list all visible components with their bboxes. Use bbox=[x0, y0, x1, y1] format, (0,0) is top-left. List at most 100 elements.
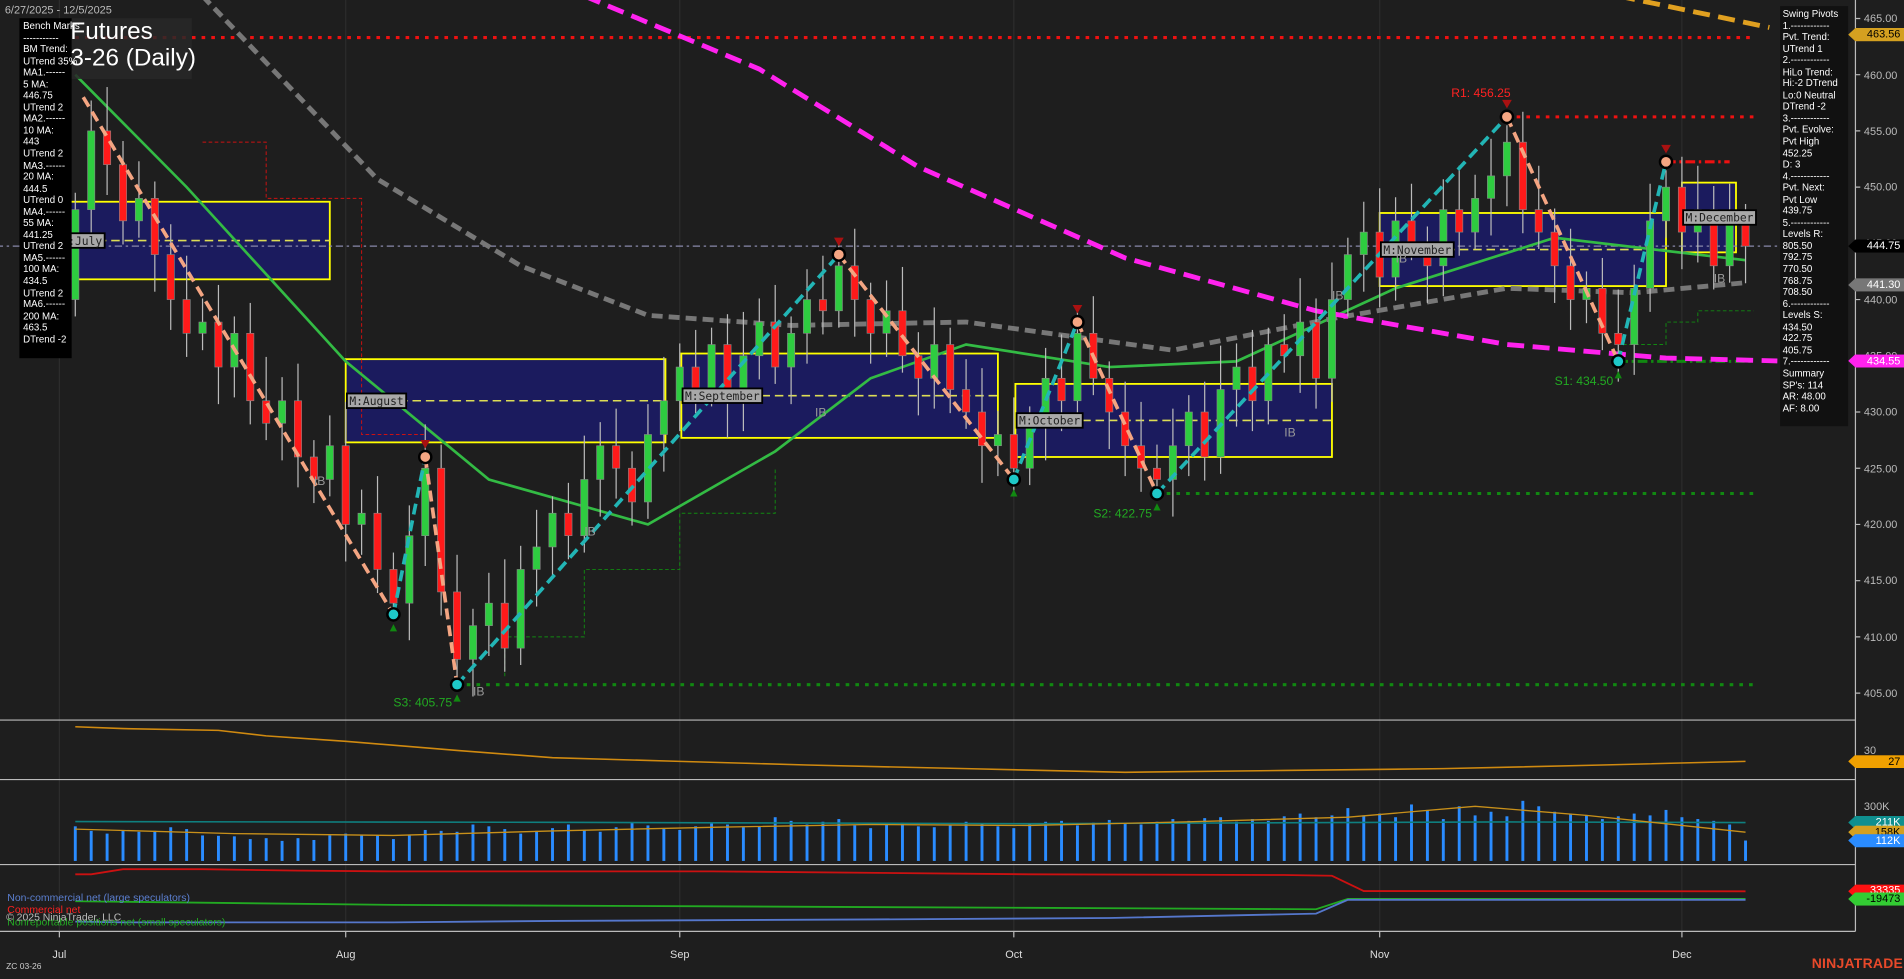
volume-bar bbox=[774, 817, 777, 861]
volume-bar bbox=[599, 832, 602, 861]
swing-pivots-line: Lo:0 Neutral bbox=[1783, 90, 1849, 102]
open-interest-line bbox=[75, 822, 1745, 824]
candle-down bbox=[962, 390, 969, 412]
bench-marks-line: BM Trend: bbox=[23, 44, 72, 56]
swing-pivots-line: 4.------------ bbox=[1783, 171, 1849, 183]
price-tick-label: 420.00 bbox=[1864, 518, 1897, 530]
candle-up bbox=[358, 513, 365, 524]
volume-bar bbox=[885, 825, 888, 861]
volume-bar bbox=[901, 823, 904, 861]
bench-marks-line: 55 MA: bbox=[23, 218, 72, 230]
volume-bar bbox=[662, 828, 665, 861]
candle-down bbox=[978, 412, 985, 446]
volume-bar bbox=[281, 841, 284, 861]
indicator-value-tag: 27 bbox=[1848, 755, 1904, 768]
candle-down bbox=[119, 165, 126, 221]
bench-marks-line: 20 MA: bbox=[23, 171, 72, 183]
volume-bar bbox=[1044, 822, 1047, 861]
volume-bar bbox=[1665, 810, 1668, 861]
price-tag: 444.75 bbox=[1848, 239, 1904, 252]
volume-bar bbox=[137, 832, 140, 861]
volume-bar bbox=[312, 840, 315, 861]
inside-bar-label: IB bbox=[584, 525, 595, 539]
candle-up bbox=[1233, 367, 1240, 389]
candle-up bbox=[326, 446, 333, 480]
volume-bar bbox=[710, 823, 713, 861]
volume-bar bbox=[1219, 817, 1222, 861]
candle-down bbox=[867, 300, 874, 334]
legend-noncommercial: Non-commercial net (large speculators) bbox=[7, 891, 190, 903]
pivot-level-label: S2: 422.75 bbox=[1093, 507, 1152, 521]
swing-pivots-line: Levels S: bbox=[1783, 310, 1849, 322]
candle-up bbox=[199, 322, 206, 333]
noncommercial-net-line bbox=[75, 900, 1745, 923]
candle-down bbox=[1153, 468, 1160, 479]
ninjatrader-chart-window: M:JulyM:AugustM:SeptemberM:OctoberM:Nove… bbox=[0, 0, 1904, 979]
candle-up bbox=[72, 210, 79, 300]
candle-down bbox=[1058, 378, 1065, 400]
candle-up bbox=[994, 434, 1001, 445]
swing-pivots-line: 5.------------ bbox=[1783, 217, 1849, 229]
swing-pivots-line: 405.75 bbox=[1783, 345, 1849, 357]
bench-marks-line: MA3.------ bbox=[23, 160, 72, 172]
pivot-high-triangle-icon bbox=[420, 440, 430, 449]
swing-low-marker bbox=[451, 679, 463, 691]
bench-marks-line: UTrend 2 bbox=[23, 287, 72, 299]
price-tick-label: 440.00 bbox=[1864, 293, 1897, 305]
swing-pivots-line: Swing Pivots bbox=[1783, 9, 1849, 21]
bench-marks-line: ----------- bbox=[23, 32, 72, 44]
swing-pivots-line: Pvt High bbox=[1783, 136, 1849, 148]
ninjatrader-logo: NINJATRADER bbox=[1812, 957, 1904, 972]
volume-bar bbox=[821, 822, 824, 861]
candle-down bbox=[390, 569, 397, 603]
inside-bar-label: IB bbox=[1284, 426, 1295, 440]
swing-pivots-line: Pvt. Trend: bbox=[1783, 32, 1849, 44]
candle-down bbox=[1249, 367, 1256, 401]
commercial-net-line bbox=[75, 869, 1745, 891]
pivot-level-label: S1: 434.50 bbox=[1555, 374, 1614, 388]
volume-bar bbox=[376, 835, 379, 861]
pivot-low-triangle-icon bbox=[390, 624, 397, 631]
volume-bar bbox=[1028, 825, 1031, 861]
volume-bar bbox=[1553, 812, 1556, 861]
candle-down bbox=[1567, 266, 1574, 300]
price-tag: 434.55 bbox=[1848, 354, 1904, 367]
swing-pivots-line: UTrend 1 bbox=[1783, 43, 1849, 55]
swing-pivots-panel: Swing Pivots1.------------Pvt. Trend:UTr… bbox=[1780, 6, 1848, 426]
price-chart[interactable]: M:JulyM:AugustM:SeptemberM:OctoberM:Nove… bbox=[0, 0, 1904, 979]
volume-bar bbox=[631, 823, 634, 861]
pivot-level-label: S3: 405.75 bbox=[393, 696, 452, 710]
inside-bar-label: IB bbox=[314, 474, 325, 488]
bench-marks-line: UTrend 0 bbox=[23, 195, 72, 207]
volume-bar bbox=[1108, 820, 1111, 861]
bench-marks-line: 100 MA: bbox=[23, 264, 72, 276]
candle-down bbox=[1535, 210, 1542, 232]
bench-marks-line: 446.75 bbox=[23, 90, 72, 102]
moving-average-20ma bbox=[75, 75, 1745, 525]
volume-bar bbox=[1171, 819, 1174, 861]
volume-bar bbox=[487, 826, 490, 861]
candle-up bbox=[1074, 333, 1081, 400]
bench-marks-panel: Bench Marks-----------BM Trend:UTrend 35… bbox=[19, 18, 71, 358]
time-axis-label: Dec bbox=[1672, 948, 1691, 960]
trailing-stop-line bbox=[505, 468, 775, 676]
volume-bar bbox=[265, 838, 268, 861]
bench-marks-line: UTrend 2 bbox=[23, 102, 72, 114]
volume-bar bbox=[1394, 817, 1397, 861]
inside-bar-label: IB bbox=[473, 684, 484, 698]
price-tick-label: 430.00 bbox=[1864, 406, 1897, 418]
bench-marks-line: MA6.------ bbox=[23, 299, 72, 311]
inside-bar-label: IB bbox=[1332, 289, 1343, 303]
volume-bar bbox=[535, 831, 538, 861]
candle-up bbox=[1360, 232, 1367, 254]
candle-up bbox=[1328, 300, 1335, 379]
bench-marks-line: Bench Marks bbox=[23, 21, 72, 33]
volume-bar bbox=[153, 831, 156, 861]
volume-bar bbox=[1251, 819, 1254, 861]
volume-bar bbox=[615, 827, 618, 861]
price-tag: 441.30 bbox=[1848, 278, 1904, 291]
swing-pivots-line: 2.------------ bbox=[1783, 55, 1849, 67]
volume-bar bbox=[90, 831, 93, 861]
swing-pivots-line: 792.75 bbox=[1783, 252, 1849, 264]
volume-bar bbox=[503, 829, 506, 861]
